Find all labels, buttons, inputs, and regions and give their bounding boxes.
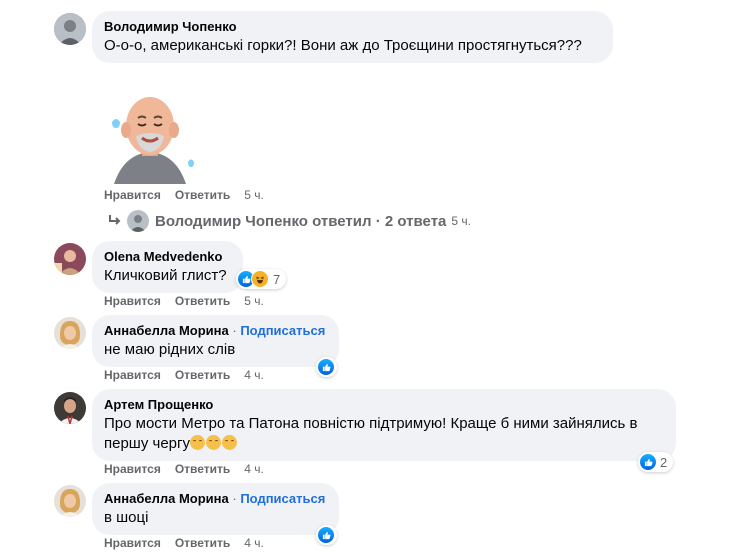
like-button[interactable]: Нравится [104,294,161,308]
like-icon [640,454,656,470]
subscribe-button[interactable]: Подписаться [240,323,325,338]
reaction-summary[interactable] [316,525,337,545]
reply-button[interactable]: Ответить [175,294,230,308]
comment-author[interactable]: Аннабелла Морина [104,491,229,506]
comment-bubble: Аннабелла Морина · Подписаться в шоці [92,483,339,535]
separator: · [232,323,237,338]
reply-sep: · [375,212,381,230]
subscribe-button[interactable]: Подписаться [240,491,325,506]
comment-time[interactable]: 5 ч. [244,188,264,202]
reaction-count: 7 [273,271,281,287]
reaction-summary[interactable]: 2 [638,452,674,472]
comment-author[interactable]: Аннабелла Морина [104,323,229,338]
like-button[interactable]: Нравится [104,462,161,476]
like-icon [318,359,334,375]
comment-author-line: Аннабелла Морина · Подписаться [104,491,327,507]
comment-bubble: Володимир Чопенко О-о-о, американські го… [92,11,613,63]
reaction-summary[interactable]: 7 [236,269,287,289]
relieved-face-emoji [221,435,237,450]
comment-text: Кличковий глист? [104,267,227,284]
view-replies-link[interactable]: Володимир Чопенко ответил · 2 ответа 5 ч. [108,209,471,233]
reply-arrow-icon [109,215,121,225]
relieved-face-emoji [205,435,221,450]
comment-bubble: Артем Прощенко Про мости Метро та Патона… [92,389,676,461]
avatar[interactable] [54,485,86,517]
reply-label: ответил [312,212,372,230]
comment-text: не маю рідних слів [104,341,236,358]
reply-button[interactable]: Ответить [175,536,230,550]
comment-actions: Нравится Ответить 4 ч. [104,535,264,551]
reply-author: Володимир Чопенко [155,212,308,230]
relieved-face-emoji [189,435,205,450]
reaction-summary[interactable] [316,357,337,377]
comment-text-end: першу чергу [104,435,190,452]
separator: · [232,491,237,506]
comment-author-line: Аннабелла Морина · Подписаться [104,323,327,339]
haha-icon [251,270,269,288]
reply-button[interactable]: Ответить [175,188,230,202]
reply-time: 5 ч. [451,214,471,228]
comment-actions: Нравится Ответить 5 ч. [104,187,264,203]
avatar[interactable] [54,13,86,45]
like-button[interactable]: Нравится [104,188,161,202]
reaction-count: 2 [660,454,668,470]
comment-time[interactable]: 4 ч. [244,462,264,476]
reply-button[interactable]: Ответить [175,462,230,476]
comment-text: О-о-о, американські горки?! Вони аж до Т… [104,37,582,54]
bald-man-sweating-sticker [104,92,196,184]
reply-button[interactable]: Ответить [175,368,230,382]
reply-count: 2 ответа [384,212,447,230]
comment-actions: Нравится Ответить 5 ч. [104,293,264,309]
comment-text-line: Про мости Метро та Патона повністю підтр… [104,415,638,432]
comment-time[interactable]: 4 ч. [244,536,264,550]
avatar[interactable] [54,317,86,349]
comment-time[interactable]: 5 ч. [244,294,264,308]
comment-text-line-2: першу чергу [104,434,664,454]
comment-author[interactable]: Olena Medvedenko [104,249,231,265]
like-button[interactable]: Нравится [104,536,161,550]
comment-actions: Нравится Ответить 4 ч. [104,461,264,477]
comment-actions: Нравится Ответить 4 ч. [104,367,264,383]
comment-author[interactable]: Володимир Чопенко [104,19,601,35]
reply-avatar [127,210,149,232]
like-button[interactable]: Нравится [104,368,161,382]
comment-author[interactable]: Артем Прощенко [104,397,664,413]
comment-text: в шоці [104,509,149,526]
comment-bubble: Olena Medvedenko Кличковий глист? [92,241,243,293]
avatar[interactable] [54,392,86,424]
comment-bubble: Аннабелла Морина · Подписаться не маю рі… [92,315,339,367]
like-icon [318,527,334,543]
comment-time[interactable]: 4 ч. [244,368,264,382]
comment-text: Про мости Метро та Патона повністю підтр… [104,414,664,454]
avatar[interactable] [54,243,86,275]
